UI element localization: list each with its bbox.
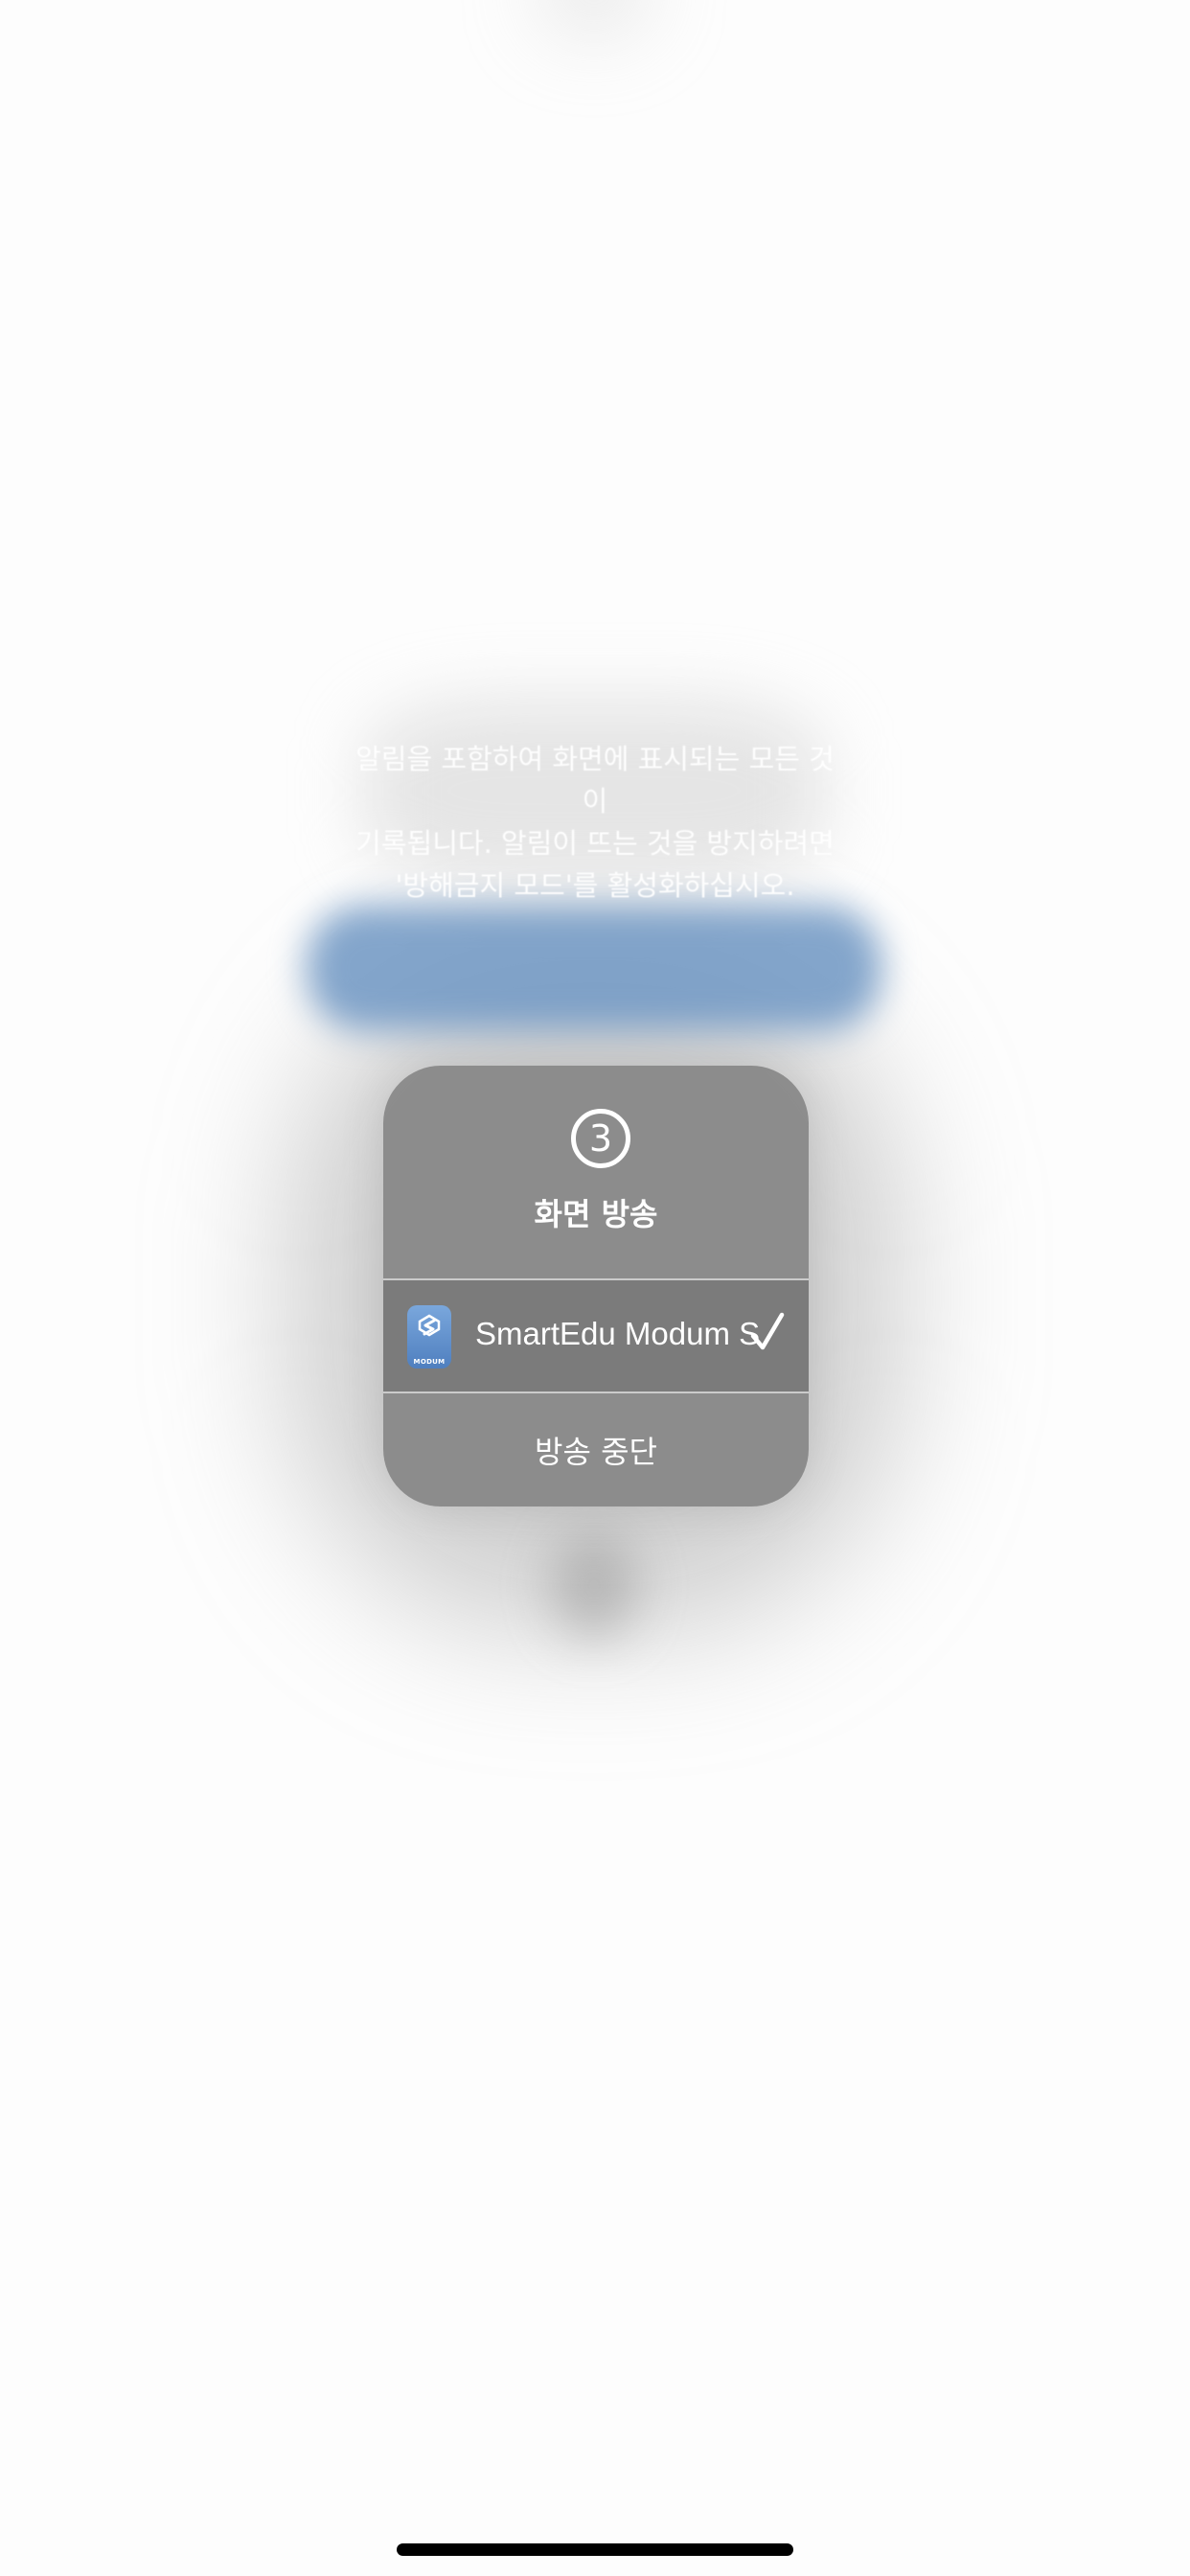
menu-title: 화면 방송 [534, 1196, 658, 1232]
background-blur [537, 0, 652, 38]
stop-broadcast-label: 방송 중단 [535, 1434, 657, 1470]
record-countdown: 3 [588, 1117, 613, 1160]
broadcast-app-option[interactable]: MODUM SmartEdu Modum S [383, 1280, 809, 1392]
recording-notice: 알림을 포함하여 화면에 표시되는 모든 것이 기록됩니다. 알림이 뜨는 것을… [355, 738, 835, 907]
background-blur [551, 1533, 637, 1639]
menu-header: 3 화면 방송 [383, 1066, 809, 1278]
app-name: SmartEdu Modum S [475, 1316, 761, 1351]
screen-broadcast-menu: 3 화면 방송 MODUM SmartEdu Modum S 방송 중단 [383, 1066, 809, 1506]
smartedu-app-icon: MODUM [407, 1305, 451, 1368]
app-icon-label: MODUM [413, 1358, 446, 1366]
record-icon: 3 [571, 1109, 630, 1168]
recording-notice-line: 알림을 포함하여 화면에 표시되는 모든 것이 [355, 743, 835, 817]
recording-notice-line: 기록됩니다. 알림이 뜨는 것을 방지하려면 [355, 827, 835, 860]
stop-broadcast-button[interactable]: 방송 중단 [383, 1393, 809, 1506]
recording-notice-line: '방해금지 모드'를 활성화하십시오. [395, 869, 795, 902]
home-indicator[interactable] [397, 2543, 793, 2556]
start-broadcast-button-blurred [307, 906, 881, 1030]
checkmark-icon [750, 1312, 785, 1350]
